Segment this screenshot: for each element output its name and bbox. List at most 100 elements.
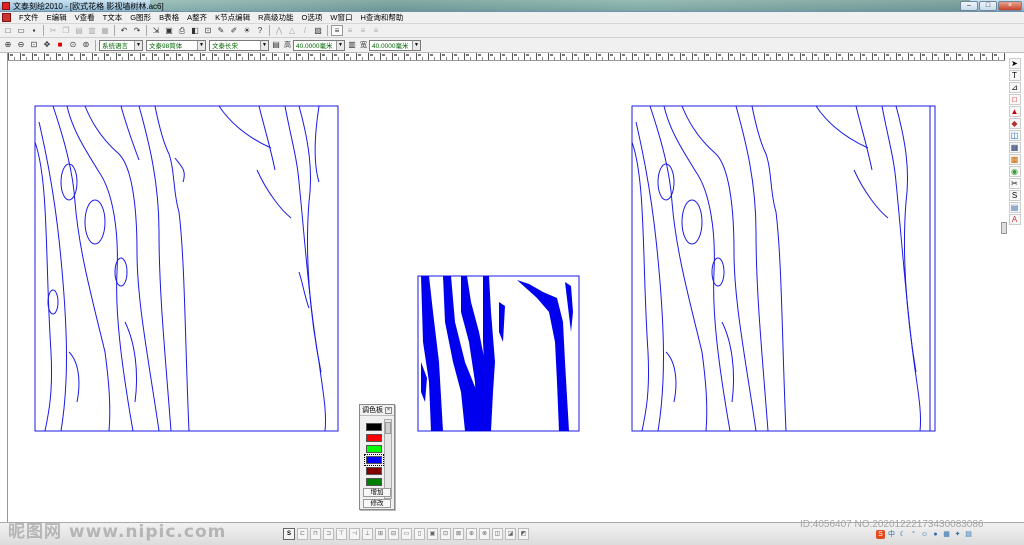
slash-icon[interactable]: / [299,25,311,36]
text-tool-icon[interactable]: T [1008,70,1021,81]
export-icon[interactable]: ▣ [163,25,175,36]
s-tool-icon[interactable]: S [1008,190,1021,201]
pen-icon[interactable]: ✎ [215,25,227,36]
same-width-icon[interactable]: ▭ [401,528,412,540]
align-hcenter-icon[interactable]: ⊓ [310,528,321,540]
vertical-ruler[interactable] [0,53,8,523]
zoom-out-icon[interactable]: ⊖ [15,40,27,51]
menu-advanced[interactable]: R高级功能 [254,12,297,24]
menu-table[interactable]: B表格 [155,12,183,24]
distribute-h-icon[interactable]: ⊞ [375,528,386,540]
menu-graphics[interactable]: G图形 [126,12,155,24]
weld-icon[interactable]: ◫ [492,528,503,540]
cut-icon[interactable]: ✂ [47,25,59,36]
align-center-icon[interactable]: ≡ [344,25,356,36]
trim-icon[interactable]: ◪ [505,528,516,540]
transform-icon[interactable]: ◆ [1008,118,1021,129]
select-arrow-icon[interactable]: ➤ [1008,58,1021,69]
import-icon[interactable]: ⇲ [150,25,162,36]
distribute-v-icon[interactable]: ⊟ [388,528,399,540]
undo-icon[interactable]: ↶ [118,25,130,36]
color-swatch-darkgreen[interactable] [366,478,382,486]
microphone-icon[interactable]: ● [931,530,940,539]
rectangle-icon[interactable]: □ [1008,94,1021,105]
line-tool-icon[interactable]: ⋀ [273,25,285,36]
app-icon[interactable] [2,2,10,10]
color-grid-icon[interactable]: ▩ [1008,154,1021,165]
align-left-icon[interactable]: ⊏ [297,528,308,540]
cut-plot-icon[interactable]: ◧ [189,25,201,36]
align-right-icon[interactable]: ⊐ [323,528,334,540]
close-button[interactable]: × [998,1,1022,11]
color-swatch-maroon[interactable] [366,467,382,475]
bitmap-icon[interactable]: ▤ [1008,202,1021,213]
table-icon[interactable]: ▦ [1008,142,1021,153]
break-apart-icon[interactable]: ⊗ [479,528,490,540]
sogou-logo-icon[interactable]: S [876,530,885,539]
lock-ratio-icon[interactable]: ▥ [346,40,358,51]
drawing-canvas[interactable] [9,62,1005,522]
maximize-button[interactable]: □ [979,1,997,11]
language-select[interactable]: 系统语言 ▼ [99,39,143,51]
new-file-icon[interactable]: □ [2,25,14,36]
s-align-icon[interactable]: S [283,528,295,540]
color-swatch-red[interactable] [366,434,382,442]
save-icon[interactable]: ▪ [28,25,40,36]
palette-scrollbar[interactable] [384,419,392,499]
zoom-select-icon[interactable]: ⊙ [67,40,79,51]
brush-icon[interactable]: ✐ [228,25,240,36]
node-edit-icon[interactable]: ⊿ [1008,82,1021,93]
skin-icon[interactable]: ✦ [953,530,962,539]
horizontal-ruler[interactable] [8,53,1005,61]
menu-options[interactable]: O选项 [298,12,327,24]
moon-icon[interactable]: ☾ [898,530,907,539]
font-size-icon[interactable]: ▤ [270,40,282,51]
menu-help[interactable]: H查询和帮助 [356,12,407,24]
help-icon[interactable]: ? [254,25,266,36]
tools-icon[interactable]: ▤ [964,530,973,539]
align-vcenter-icon[interactable]: ⊣ [349,528,360,540]
menu-arrange[interactable]: A整齐 [183,12,211,24]
grid-icon[interactable]: ▨ [312,25,324,36]
align-right-icon[interactable]: ≡ [357,25,369,36]
minimize-button[interactable]: – [960,1,978,11]
close-icon[interactable]: × [385,406,392,414]
width-field[interactable]: 40.0000毫米 ▼ [369,39,421,51]
align-top-icon[interactable]: ⊤ [336,528,347,540]
redo-icon[interactable]: ↷ [131,25,143,36]
color-swatch-blue[interactable] [364,454,384,466]
document-icon[interactable] [2,13,11,22]
fill-icon[interactable]: ◉ [1008,166,1021,177]
menu-file[interactable]: F文件 [15,12,43,24]
scissors-icon[interactable]: ✂ [1008,178,1021,189]
shape-red-icon[interactable]: ▲ [1008,106,1021,117]
height-field[interactable]: 40.0000毫米 ▼ [293,39,345,51]
modify-color-button[interactable]: 修改 [363,499,391,508]
delete-icon[interactable]: ▦ [99,25,111,36]
open-file-icon[interactable]: ▭ [15,25,27,36]
intersect-icon[interactable]: ◩ [518,528,529,540]
shadow-icon[interactable]: ◫ [1008,130,1021,141]
color-swatch-green[interactable] [366,445,382,453]
punctuation-icon[interactable]: ° [909,530,918,539]
menu-edit[interactable]: E编辑 [43,12,71,24]
keyboard-icon[interactable]: ▦ [942,530,951,539]
paste-special-icon[interactable]: ▥ [86,25,98,36]
fill-red-icon[interactable]: ■ [54,40,66,51]
same-height-icon[interactable]: ▯ [414,528,425,540]
ime-language[interactable]: 中 [887,530,896,539]
palette-scroll-thumb[interactable] [385,422,391,434]
align-bottom-icon[interactable]: ⊥ [362,528,373,540]
font-select-secondary[interactable]: 文泰长宋 ▼ [209,39,269,51]
color-swatch-black[interactable] [366,423,382,431]
zoom-in-icon[interactable]: ⊕ [2,40,14,51]
bulb-icon[interactable]: ☀ [241,25,253,36]
zoom-page-icon[interactable]: ⊡ [28,40,40,51]
align-justify-icon[interactable]: ≡ [370,25,382,36]
ungroup-icon[interactable]: ⊠ [453,528,464,540]
preview-icon[interactable]: ⊡ [202,25,214,36]
zoom-all-icon[interactable]: ⊚ [80,40,92,51]
menu-text[interactable]: T文本 [99,12,127,24]
same-size-icon[interactable]: ▣ [427,528,438,540]
menu-node-edit[interactable]: K节点编辑 [211,12,254,24]
